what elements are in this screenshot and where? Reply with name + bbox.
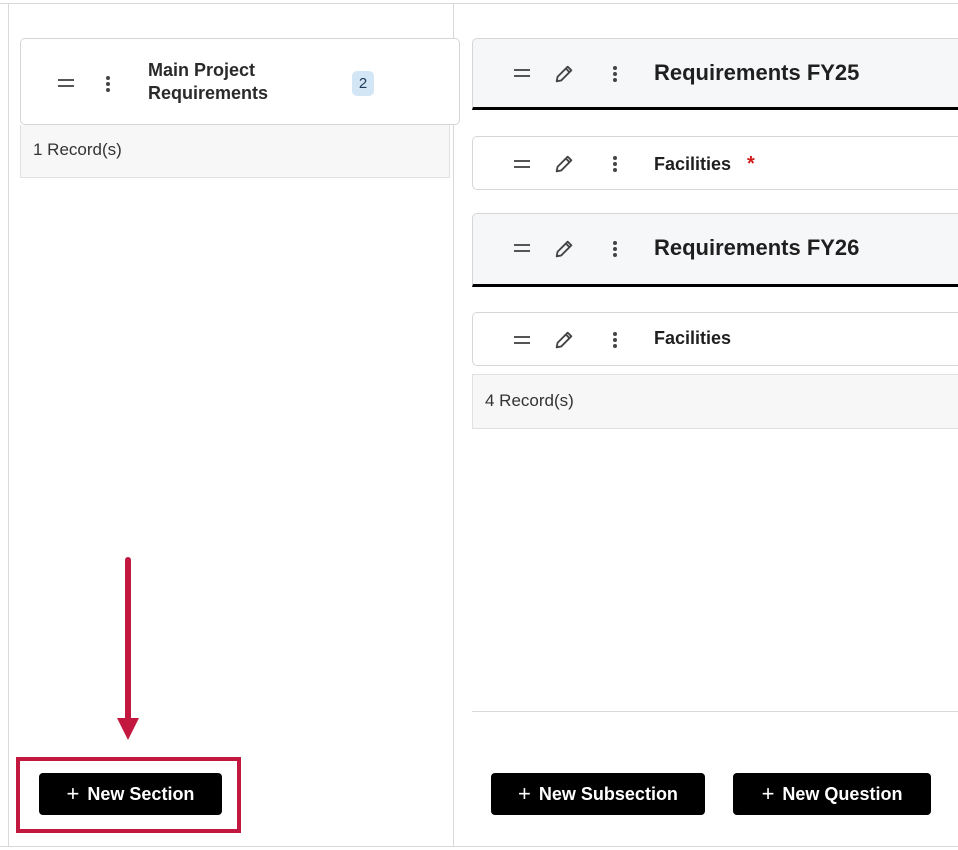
annotation-arrow-shaft: [125, 557, 131, 725]
question-row[interactable]: Facilities *: [472, 136, 958, 190]
drag-handle-icon[interactable]: [514, 336, 530, 344]
plus-icon: +: [761, 781, 775, 806]
drag-handle-icon[interactable]: [58, 79, 74, 87]
pencil-icon[interactable]: [553, 329, 575, 351]
top-border: [0, 3, 958, 4]
new-question-button[interactable]: + New Question: [733, 773, 931, 815]
pencil-icon[interactable]: [553, 63, 575, 85]
content-footer-divider: [472, 711, 958, 712]
plus-icon: +: [518, 781, 531, 806]
new-subsection-label: New Subsection: [538, 783, 678, 804]
section-card[interactable]: Main Project Requirements 2: [20, 38, 460, 125]
drag-handle-icon[interactable]: [514, 69, 530, 77]
section-count-badge: 2: [352, 71, 374, 96]
pane-divider: [453, 3, 454, 847]
bottom-border: [0, 846, 958, 847]
plus-icon: +: [66, 781, 80, 806]
kebab-menu-icon[interactable]: [613, 332, 617, 348]
subsection-row[interactable]: Requirements FY25: [472, 38, 958, 110]
new-subsection-button[interactable]: + New Subsection: [491, 773, 705, 815]
kebab-menu-icon[interactable]: [106, 76, 110, 92]
pencil-icon[interactable]: [553, 153, 575, 175]
new-section-button[interactable]: + New Section: [39, 773, 222, 815]
new-section-label: New Section: [87, 783, 195, 804]
sections-records-count: 1 Record(s): [20, 125, 450, 178]
kebab-menu-icon[interactable]: [613, 241, 617, 257]
section-title: Main Project Requirements: [148, 60, 269, 103]
annotation-arrow-head: [117, 718, 139, 740]
subsection-title: Requirements FY26: [654, 235, 860, 260]
content-records-count: 4 Record(s): [472, 374, 958, 429]
required-marker: *: [747, 153, 755, 175]
drag-handle-icon[interactable]: [514, 244, 530, 252]
left-border: [8, 3, 9, 847]
subsection-title: Requirements FY25: [654, 60, 860, 85]
question-row[interactable]: Facilities: [472, 312, 958, 366]
new-question-label: New Question: [782, 783, 903, 804]
kebab-menu-icon[interactable]: [613, 156, 617, 172]
drag-handle-icon[interactable]: [514, 160, 530, 168]
pencil-icon[interactable]: [553, 238, 575, 260]
question-title: Facilities: [654, 154, 732, 174]
subsection-row[interactable]: Requirements FY26: [472, 213, 958, 287]
question-title: Facilities: [654, 328, 732, 348]
kebab-menu-icon[interactable]: [613, 66, 617, 82]
